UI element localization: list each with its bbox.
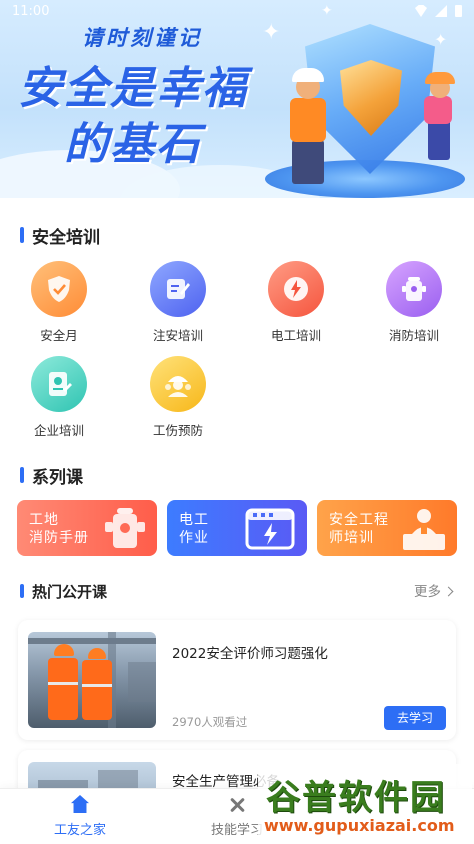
sparkle-icon: ✦ (262, 20, 281, 45)
course-thumbnail (28, 632, 156, 728)
lecturer-icon (403, 509, 445, 550)
banner-subtitle: 请时刻谨记 (82, 26, 202, 50)
grid-item-injury-prevention[interactable]: 工伤预防 (128, 356, 228, 439)
series-card-line2: 作业 (179, 530, 209, 546)
status-time: 11:00 (12, 4, 50, 19)
go-study-button[interactable]: 去学习 (384, 706, 446, 730)
series-card-line1: 安全工程 (329, 512, 389, 528)
series-card-electrical[interactable]: 电工 作业 (167, 500, 307, 556)
watermark-url: www.gupuxiazai.com (264, 816, 455, 835)
pencil-note-icon (150, 261, 206, 317)
course-title: 2022安全评价师习题强化 (172, 646, 328, 662)
main-content: 安全培训 安全月 注安培训 电工培训 消防培训 企业培训 工伤预防 系列课 工地… (0, 198, 474, 788)
grid-item-label: 电工培训 (270, 328, 321, 343)
watermark-brand: 谷普软件园 (266, 778, 446, 818)
course-view-count: 2970人观看过 (172, 715, 248, 729)
grid-item-label: 消防培训 (388, 328, 439, 343)
series-card-line1: 工地 (29, 512, 59, 528)
shield-check-icon (31, 261, 87, 317)
grid-item-safety-month[interactable]: 安全月 (9, 261, 109, 344)
section-title-safety-training: 安全培训 (20, 223, 100, 248)
more-link[interactable]: 更多 (414, 580, 454, 600)
series-card-safety-engineer[interactable]: 安全工程 师培训 (317, 500, 457, 556)
series-card-line2: 师培训 (329, 530, 374, 546)
nav-item-home[interactable]: 工友之家 (30, 795, 130, 838)
banner-headline-line2: 的基石 (64, 119, 202, 170)
fire-hydrant-icon (105, 508, 145, 548)
grid-item-label: 企业培训 (33, 423, 84, 438)
status-bar: 11:00 (0, 0, 474, 24)
grid-item-enterprise[interactable]: 企业培训 (9, 356, 109, 439)
series-card-fire-manual[interactable]: 工地 消防手册 (17, 500, 157, 556)
grid-item-registered-safety[interactable]: 注安培训 (128, 261, 228, 344)
battery-icon (455, 5, 462, 17)
series-card-line2: 消防手册 (29, 530, 89, 546)
tools-icon (229, 797, 245, 813)
certificate-icon (31, 356, 87, 412)
hero-banner[interactable]: 11:00 请时刻谨记 安全是幸福 的基石 ✦ ✦ ✦ (0, 0, 474, 198)
signal-icon (435, 5, 447, 17)
wifi-icon (415, 5, 427, 17)
course-thumbnail (28, 762, 156, 788)
section-title-series: 系列课 (20, 463, 83, 488)
grid-item-electrician[interactable]: 电工培训 (246, 261, 346, 344)
banner-headline-line1: 安全是幸福 (18, 63, 248, 114)
nav-label: 工友之家 (53, 823, 106, 838)
lightning-icon (268, 261, 324, 317)
grid-item-fire[interactable]: 消防培训 (364, 261, 464, 344)
home-icon (71, 795, 89, 813)
grid-item-label: 工伤预防 (152, 423, 203, 438)
chevron-right-icon (443, 586, 454, 597)
grid-item-label: 注安培训 (152, 328, 203, 343)
fire-hydrant-icon (386, 261, 442, 317)
section-title-open-courses: 热门公开课 (20, 581, 107, 602)
helmet-workers-icon (150, 356, 206, 412)
sparkle-icon: ✦ (321, 3, 333, 19)
more-label: 更多 (414, 584, 441, 600)
watermark-logo: 谷普软件园 www.gupuxiazai.com (258, 764, 472, 844)
sparkle-icon: ✦ (434, 30, 448, 49)
grid-item-label: 安全月 (40, 328, 78, 343)
electric-box-icon (245, 508, 295, 550)
course-card[interactable]: 2022安全评价师习题强化 2970人观看过 去学习 (18, 620, 456, 740)
series-card-line1: 电工 (179, 512, 209, 528)
